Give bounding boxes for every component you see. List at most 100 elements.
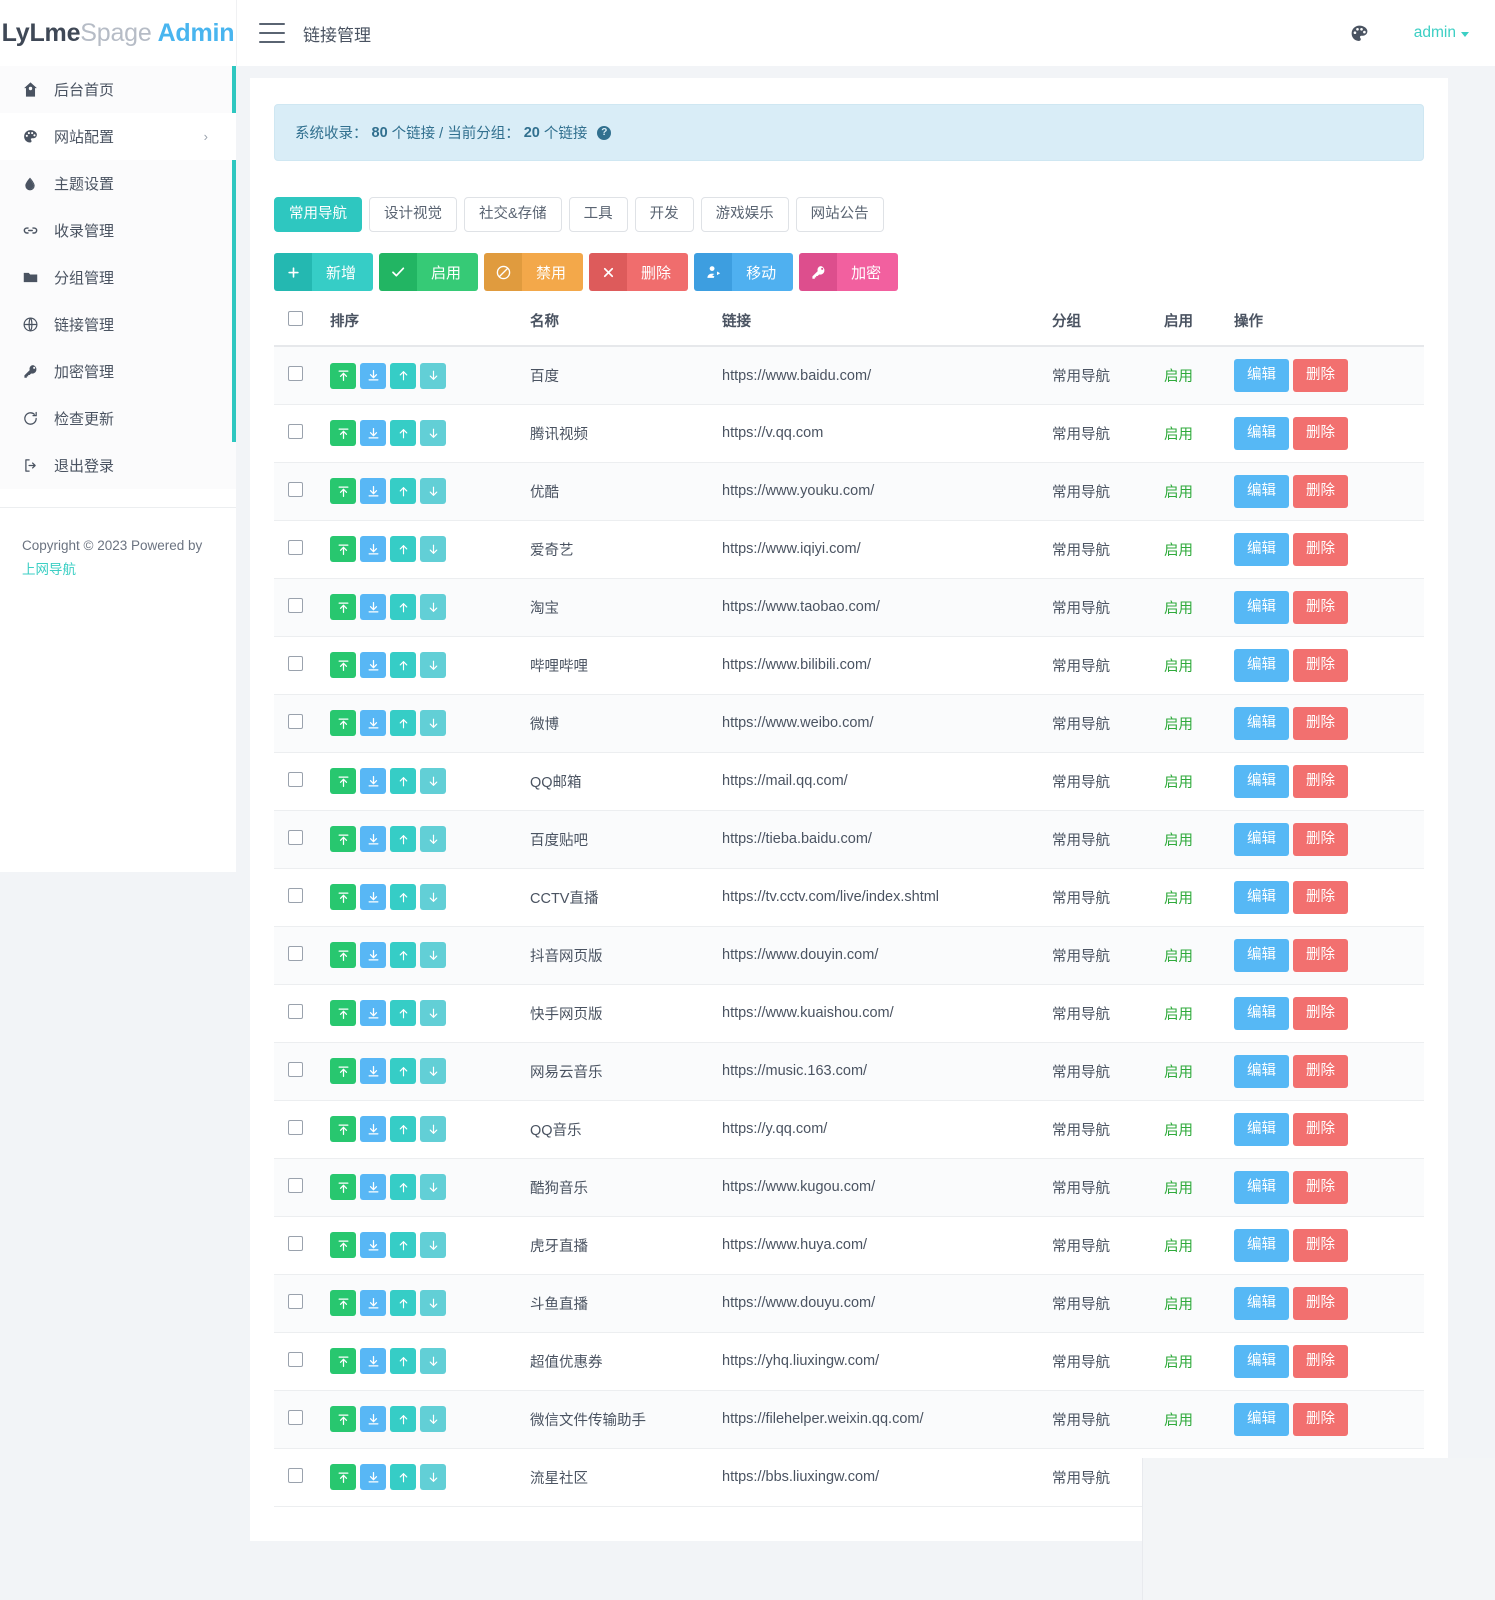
row-checkbox[interactable] bbox=[288, 424, 303, 439]
delete-button[interactable]: 删除 bbox=[1293, 1113, 1348, 1146]
row-checkbox[interactable] bbox=[288, 540, 303, 555]
move-to-top-button[interactable] bbox=[330, 1000, 356, 1026]
move-down-button[interactable] bbox=[420, 478, 446, 504]
edit-button[interactable]: 编辑 bbox=[1234, 939, 1289, 972]
move-to-bottom-button[interactable] bbox=[360, 1406, 386, 1432]
move-down-button[interactable] bbox=[420, 652, 446, 678]
row-checkbox[interactable] bbox=[288, 598, 303, 613]
move-to-top-button[interactable] bbox=[330, 1464, 356, 1490]
row-checkbox[interactable] bbox=[288, 482, 303, 497]
sidebar-item-8[interactable]: 退出登录 bbox=[0, 442, 236, 489]
edit-button[interactable]: 编辑 bbox=[1234, 1113, 1289, 1146]
row-checkbox[interactable] bbox=[288, 366, 303, 381]
action-button-move[interactable]: 移动 bbox=[694, 253, 793, 291]
move-up-button[interactable] bbox=[390, 420, 416, 446]
move-to-top-button[interactable] bbox=[330, 768, 356, 794]
edit-button[interactable]: 编辑 bbox=[1234, 1229, 1289, 1262]
sidebar-item-0[interactable]: 后台首页 bbox=[0, 66, 236, 113]
move-to-top-button[interactable] bbox=[330, 652, 356, 678]
edit-button[interactable]: 编辑 bbox=[1234, 1287, 1289, 1320]
delete-button[interactable]: 删除 bbox=[1293, 533, 1348, 566]
move-down-button[interactable] bbox=[420, 768, 446, 794]
move-down-button[interactable] bbox=[420, 942, 446, 968]
delete-button[interactable]: 删除 bbox=[1293, 475, 1348, 508]
delete-button[interactable]: 删除 bbox=[1293, 417, 1348, 450]
row-checkbox[interactable] bbox=[288, 1004, 303, 1019]
delete-button[interactable]: 删除 bbox=[1293, 591, 1348, 624]
row-checkbox[interactable] bbox=[288, 1062, 303, 1077]
edit-button[interactable]: 编辑 bbox=[1234, 533, 1289, 566]
move-down-button[interactable] bbox=[420, 1348, 446, 1374]
move-down-button[interactable] bbox=[420, 884, 446, 910]
move-up-button[interactable] bbox=[390, 1348, 416, 1374]
action-button-add[interactable]: 新增 bbox=[274, 253, 373, 291]
move-up-button[interactable] bbox=[390, 1406, 416, 1432]
sidebar-item-2[interactable]: 主题设置 bbox=[0, 160, 236, 207]
move-to-bottom-button[interactable] bbox=[360, 884, 386, 910]
delete-button[interactable]: 删除 bbox=[1293, 939, 1348, 972]
group-tab-5[interactable]: 游戏娱乐 bbox=[701, 197, 789, 232]
move-to-bottom-button[interactable] bbox=[360, 1174, 386, 1200]
edit-button[interactable]: 编辑 bbox=[1234, 591, 1289, 624]
edit-button[interactable]: 编辑 bbox=[1234, 649, 1289, 682]
edit-button[interactable]: 编辑 bbox=[1234, 359, 1289, 392]
move-to-bottom-button[interactable] bbox=[360, 1116, 386, 1142]
help-icon[interactable]: ? bbox=[597, 126, 611, 140]
brand-logo[interactable]: LyLmeSpageAdmin bbox=[0, 0, 236, 66]
delete-button[interactable]: 删除 bbox=[1293, 997, 1348, 1030]
move-to-top-button[interactable] bbox=[330, 1116, 356, 1142]
move-to-bottom-button[interactable] bbox=[360, 942, 386, 968]
action-button-del[interactable]: 删除 bbox=[589, 253, 688, 291]
move-to-top-button[interactable] bbox=[330, 1348, 356, 1374]
move-to-top-button[interactable] bbox=[330, 826, 356, 852]
delete-button[interactable]: 删除 bbox=[1293, 1055, 1348, 1088]
move-to-top-button[interactable] bbox=[330, 942, 356, 968]
sidebar-item-7[interactable]: 检查更新 bbox=[0, 395, 236, 442]
edit-button[interactable]: 编辑 bbox=[1234, 765, 1289, 798]
action-button-enable[interactable]: 启用 bbox=[379, 253, 478, 291]
select-all-checkbox[interactable] bbox=[288, 311, 303, 326]
move-up-button[interactable] bbox=[390, 942, 416, 968]
edit-button[interactable]: 编辑 bbox=[1234, 1403, 1289, 1436]
group-tab-1[interactable]: 设计视觉 bbox=[369, 197, 457, 232]
action-button-disable[interactable]: 禁用 bbox=[484, 253, 583, 291]
row-checkbox[interactable] bbox=[288, 772, 303, 787]
move-to-top-button[interactable] bbox=[330, 594, 356, 620]
move-down-button[interactable] bbox=[420, 1464, 446, 1490]
move-up-button[interactable] bbox=[390, 1000, 416, 1026]
move-to-top-button[interactable] bbox=[330, 363, 356, 389]
move-down-button[interactable] bbox=[420, 710, 446, 736]
move-to-bottom-button[interactable] bbox=[360, 536, 386, 562]
move-to-bottom-button[interactable] bbox=[360, 652, 386, 678]
move-down-button[interactable] bbox=[420, 420, 446, 446]
move-to-top-button[interactable] bbox=[330, 1174, 356, 1200]
delete-button[interactable]: 删除 bbox=[1293, 1229, 1348, 1262]
group-tab-0[interactable]: 常用导航 bbox=[274, 197, 362, 232]
move-to-bottom-button[interactable] bbox=[360, 1290, 386, 1316]
move-to-top-button[interactable] bbox=[330, 536, 356, 562]
palette-icon[interactable] bbox=[1349, 23, 1370, 44]
row-checkbox[interactable] bbox=[288, 656, 303, 671]
move-to-bottom-button[interactable] bbox=[360, 1464, 386, 1490]
edit-button[interactable]: 编辑 bbox=[1234, 1345, 1289, 1378]
edit-button[interactable]: 编辑 bbox=[1234, 475, 1289, 508]
move-up-button[interactable] bbox=[390, 1290, 416, 1316]
move-to-top-button[interactable] bbox=[330, 478, 356, 504]
move-down-button[interactable] bbox=[420, 536, 446, 562]
group-tab-6[interactable]: 网站公告 bbox=[796, 197, 884, 232]
edit-button[interactable]: 编辑 bbox=[1234, 997, 1289, 1030]
delete-button[interactable]: 删除 bbox=[1293, 707, 1348, 740]
delete-button[interactable]: 删除 bbox=[1293, 823, 1348, 856]
edit-button[interactable]: 编辑 bbox=[1234, 1171, 1289, 1204]
move-down-button[interactable] bbox=[420, 826, 446, 852]
row-checkbox[interactable] bbox=[288, 1468, 303, 1483]
delete-button[interactable]: 删除 bbox=[1293, 1171, 1348, 1204]
move-to-bottom-button[interactable] bbox=[360, 710, 386, 736]
move-to-bottom-button[interactable] bbox=[360, 478, 386, 504]
copyright-link[interactable]: 上网导航 bbox=[22, 558, 214, 582]
move-up-button[interactable] bbox=[390, 1464, 416, 1490]
sidebar-item-3[interactable]: 收录管理 bbox=[0, 207, 236, 254]
move-to-top-button[interactable] bbox=[330, 884, 356, 910]
move-down-button[interactable] bbox=[420, 1174, 446, 1200]
delete-button[interactable]: 删除 bbox=[1293, 1403, 1348, 1436]
